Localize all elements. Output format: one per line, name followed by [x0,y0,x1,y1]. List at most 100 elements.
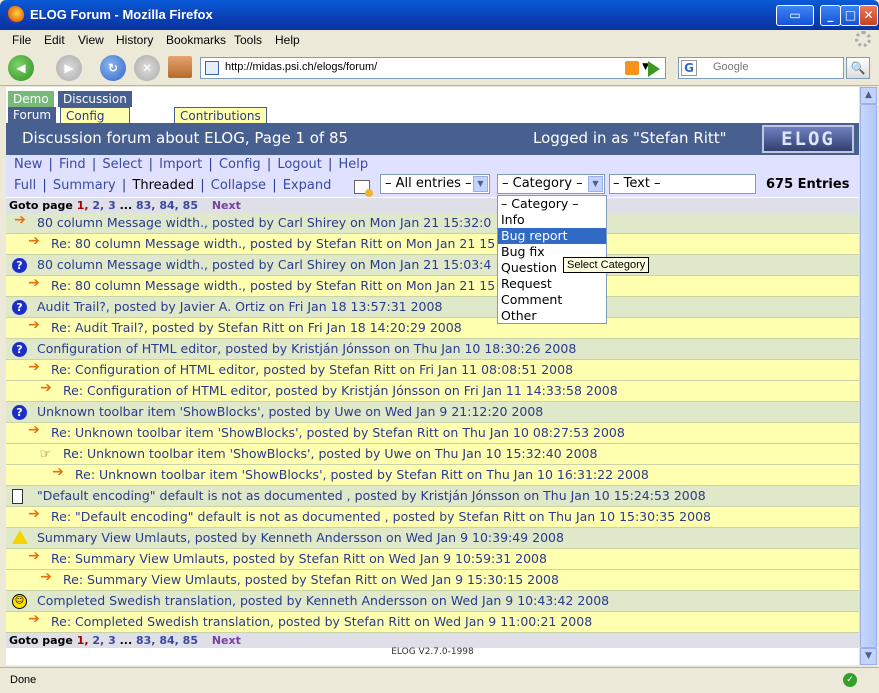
menu-history[interactable]: History [116,33,153,47]
page-link[interactable]: 85 [183,199,198,212]
scroll-down-icon[interactable]: ▼ [860,648,877,665]
table-row[interactable]: ? 80 column Message width., posted by Car… [6,255,859,276]
close-button[interactable]: ✕ [859,5,878,26]
menu-tools[interactable]: Tools [234,33,262,47]
search-engine-icon[interactable]: G [681,60,697,76]
entry-link[interactable]: Completed Swedish translation, posted by… [37,591,609,611]
vertical-scrollbar[interactable]: ▲ ▼ [859,87,877,665]
tab-forum[interactable]: Forum [8,107,57,123]
collapse-link[interactable]: Collapse [211,178,266,193]
page-link[interactable]: 84, [159,199,179,212]
expand-link[interactable]: Expand [283,178,332,193]
page-link[interactable]: 85 [183,634,198,647]
new-link[interactable]: New [14,157,42,172]
table-row[interactable]: ☞ Re: Unknown toolbar item 'ShowBlocks', … [6,444,859,465]
table-row[interactable]: ➔ Re: Summary View Umlauts, posted by Ste… [6,549,859,570]
page-link[interactable]: 2, [92,634,104,647]
scrollbar-thumb[interactable] [860,104,877,648]
entry-link[interactable]: Re: 80 column Message width., posted by … [51,276,495,296]
entry-link[interactable]: Configuration of HTML editor, posted by … [37,339,576,359]
table-row[interactable]: ? Configuration of HTML editor, posted by… [6,339,859,360]
entry-link[interactable]: Re: "Default encoding" default is not as… [51,507,711,527]
forward-button[interactable]: ▶ [56,55,82,81]
page-link[interactable]: 2, [92,199,104,212]
next-page-link[interactable]: Next [212,199,241,212]
category-option[interactable]: Bug report [498,228,606,244]
table-row[interactable]: Summary View Umlauts, posted by Kenneth … [6,528,859,549]
entry-link[interactable]: Re: Summary View Umlauts, posted by Stef… [51,549,547,569]
entry-link[interactable]: Re: Audit Trail?, posted by Stefan Ritt … [51,318,462,338]
category-filter-select[interactable]: – Category – ▼ [497,174,605,194]
entry-link[interactable]: Re: Completed Swedish translation, poste… [51,612,592,632]
search-go-icon[interactable]: 🔍 [846,57,870,79]
entry-link[interactable]: Re: Configuration of HTML editor, posted… [63,381,618,401]
entry-link[interactable]: Summary View Umlauts, posted by Kenneth … [37,528,564,548]
go-button[interactable] [648,61,660,77]
find-link[interactable]: Find [59,157,86,172]
entry-link[interactable]: Re: Unknown toolbar item 'ShowBlocks', p… [63,444,597,464]
menu-edit[interactable]: Edit [44,33,65,47]
menu-view[interactable]: View [78,33,104,47]
summary-view-link[interactable]: Summary [53,178,116,193]
table-row[interactable]: ➔ Re: Summary View Umlauts, posted by Ste… [6,570,859,591]
tab-discussion[interactable]: Discussion [58,91,132,107]
category-option[interactable]: Other [498,308,606,324]
full-view-link[interactable]: Full [14,178,36,193]
table-row[interactable]: "Default encoding" default is not as doc… [6,486,859,507]
page-link[interactable]: 3 [108,199,116,212]
select-link[interactable]: Select [102,157,142,172]
tab-contributions[interactable]: Contributions [174,107,267,123]
entry-link[interactable]: "Default encoding" default is not as doc… [37,486,706,506]
entry-link[interactable]: Re: 80 column Message width., posted by … [51,234,495,254]
url-bar[interactable]: http://midas.psi.ch/elogs/forum/ ▼ [200,57,666,79]
category-option[interactable]: Request [498,276,606,292]
category-option[interactable]: – Category – [498,196,606,212]
table-row[interactable]: ➔ Re: Audit Trail?, posted by Stefan Ritt… [6,318,859,339]
table-row[interactable]: ➔ Re: Completed Swedish translation, post… [6,612,859,633]
entry-link[interactable]: 80 column Message width., posted by Carl… [37,213,491,233]
import-link[interactable]: Import [159,157,202,172]
category-option[interactable]: Comment [498,292,606,308]
chevron-down-icon[interactable]: ▼ [588,176,603,192]
page-link[interactable]: 83, [136,634,156,647]
help-link[interactable]: Help [339,157,369,172]
table-row[interactable]: ➔ Re: 80 column Message width., posted by… [6,276,859,297]
table-row[interactable]: ➔ Re: 80 column Message width., posted by… [6,234,859,255]
entry-link[interactable]: 80 column Message width., posted by Carl… [37,255,491,275]
category-option[interactable]: Info [498,212,606,228]
home-button[interactable] [168,56,192,78]
stop-button[interactable]: ✕ [134,55,160,81]
new-entry-icon[interactable] [354,180,373,197]
page-link[interactable]: 83, [136,199,156,212]
tab-config-examples[interactable]: Config Examples [60,107,131,139]
elog-logo[interactable]: ELOG [762,125,854,153]
minimize-button[interactable]: _ [820,5,841,26]
chevron-down-icon[interactable]: ▼ [473,176,488,192]
table-row[interactable]: ➔ 80 column Message width., posted by Car… [6,213,859,234]
table-row[interactable]: ➔ Re: Unknown toolbar item 'ShowBlocks', … [6,465,859,486]
reload-button[interactable]: ↻ [100,55,126,81]
table-row[interactable]: ➔ Re: "Default encoding" default is not a… [6,507,859,528]
table-row[interactable]: ? Audit Trail?, posted by Javier A. Ortiz… [6,297,859,318]
back-button[interactable]: ◀ [8,55,34,81]
entry-link[interactable]: Re: Configuration of HTML editor, posted… [51,360,573,380]
entry-link[interactable]: Unknown toolbar item 'ShowBlocks', poste… [37,402,543,422]
menu-file[interactable]: File [12,33,31,47]
table-row[interactable]: ☺ Completed Swedish translation, posted b… [6,591,859,612]
config-link[interactable]: Config [219,157,261,172]
elog-version[interactable]: ELOG V2.7.0-1998 [6,647,859,657]
menu-bookmarks[interactable]: Bookmarks [166,33,226,47]
table-row[interactable]: ➔ Re: Configuration of HTML editor, poste… [6,381,859,402]
table-row[interactable]: ➔ Re: Unknown toolbar item 'ShowBlocks', … [6,423,859,444]
table-row[interactable]: ? Unknown toolbar item 'ShowBlocks', post… [6,402,859,423]
tab-demo[interactable]: Demo [8,91,54,107]
page-link[interactable]: 3 [108,634,116,647]
restore-tray-button[interactable]: ▭ [776,5,814,26]
logout-link[interactable]: Logout [277,157,322,172]
search-box[interactable]: G [678,57,844,79]
next-page-link[interactable]: Next [212,634,241,647]
search-input[interactable] [713,61,833,73]
scroll-up-icon[interactable]: ▲ [860,87,877,104]
entry-link[interactable]: Re: Summary View Umlauts, posted by Stef… [63,570,559,590]
entry-link[interactable]: Re: Unknown toolbar item 'ShowBlocks', p… [75,465,649,485]
